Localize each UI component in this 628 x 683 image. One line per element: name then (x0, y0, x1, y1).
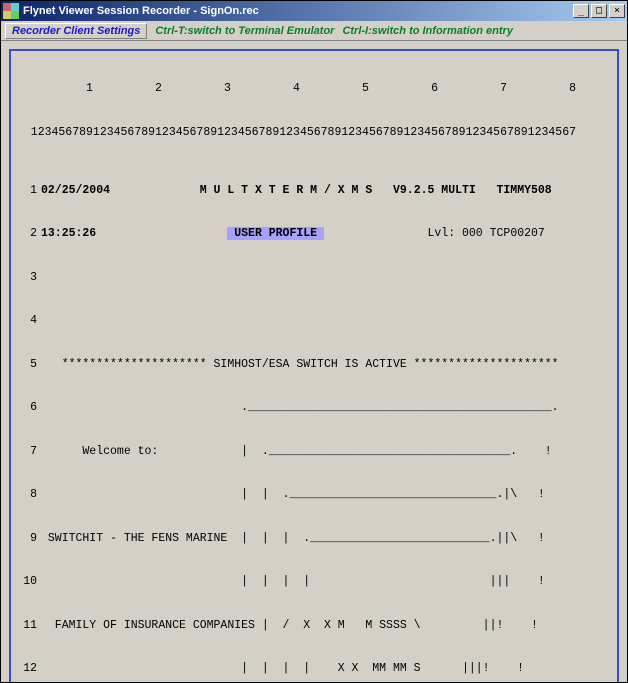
ruler-tens: 1 2 3 4 5 6 7 8 (17, 82, 611, 97)
hint-ctrl-i: Ctrl-I:switch to Information entry (342, 25, 513, 37)
terminal-panel: 1 2 3 4 5 6 7 8 123456789123456789123456… (9, 49, 619, 682)
recorder-client-settings-menu[interactable]: Recorder Client Settings (5, 23, 147, 39)
term-userprofile-highlight: USER PROFILE (227, 227, 324, 240)
titlebar: Flynet Viewer Session Recorder - SignOn.… (1, 1, 627, 21)
content-area: 1 2 3 4 5 6 7 8 123456789123456789123456… (1, 41, 627, 682)
menubar: Recorder Client Settings Ctrl-T:switch t… (1, 21, 627, 41)
maximize-button[interactable]: □ (591, 4, 607, 18)
term-version: V9.2.5 MULTI TIMMY508 (393, 184, 552, 197)
hint-ctrl-t: Ctrl-T:switch to Terminal Emulator (155, 25, 334, 37)
close-window-button[interactable]: × (609, 4, 625, 18)
app-icon (3, 3, 19, 19)
window-title: Flynet Viewer Session Recorder - SignOn.… (23, 5, 571, 17)
term-appname: M U L T X T E R M / X M S (200, 184, 373, 197)
term-date: 02/25/2004 (41, 184, 110, 197)
term-banner: ********************* SIMHOST/ESA SWITCH… (41, 358, 611, 373)
terminal-screen[interactable]: 1 2 3 4 5 6 7 8 123456789123456789123456… (17, 53, 611, 682)
app-window: Flynet Viewer Session Recorder - SignOn.… (0, 0, 628, 683)
term-time: 13:25:26 (41, 227, 96, 240)
ruler-ones: 1234567891234567891234567891234567891234… (17, 126, 611, 141)
term-session-id: Lvl: 000 TCP00207 (428, 227, 545, 240)
minimize-button[interactable]: _ (573, 4, 589, 18)
